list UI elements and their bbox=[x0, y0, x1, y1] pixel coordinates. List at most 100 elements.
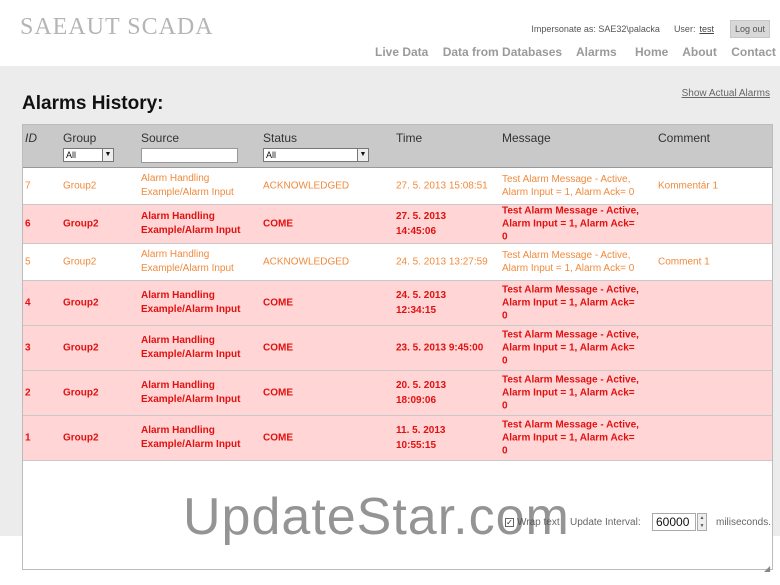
cell-group: Group2 bbox=[63, 433, 99, 444]
cell-id: 5 bbox=[25, 257, 31, 268]
cell-message: Test Alarm Message - Active, Alarm Input … bbox=[502, 374, 657, 413]
status-filter-select[interactable]: All ▼ bbox=[263, 148, 369, 162]
cell-id-line: 6 bbox=[25, 218, 31, 230]
cell-status: COME bbox=[263, 298, 293, 309]
content-area: Alarms History: Show Actual Alarms ID Gr… bbox=[0, 66, 780, 573]
cell-message-line: Test Alarm Message - Active, bbox=[502, 419, 639, 431]
cell-comment: Comment 1 bbox=[658, 257, 710, 268]
cell-message-line: Alarm Input = 1, Alarm Ack= bbox=[502, 218, 635, 230]
update-interval-input[interactable]: 60000 bbox=[652, 513, 696, 531]
cell-source: Alarm Handling Example/Alarm Input bbox=[141, 379, 240, 407]
cell-group-line: Group2 bbox=[63, 432, 99, 444]
table-row[interactable]: 4 Group2 Alarm Handling Example/Alarm Input… bbox=[23, 281, 772, 326]
chevron-down-icon: ▼ bbox=[357, 149, 368, 161]
cell-source-line: Example/Alarm Input bbox=[141, 394, 241, 405]
group-filter-select[interactable]: All ▼ bbox=[63, 148, 114, 162]
nav-alarms[interactable]: Alarms bbox=[576, 45, 617, 59]
table-row[interactable]: 6 Group2 Alarm Handling Example/Alarm Input… bbox=[23, 205, 772, 244]
cell-status: COME bbox=[263, 388, 293, 399]
table-row[interactable]: 7 Group2 Alarm Handling Example/Alarm Input… bbox=[23, 168, 772, 205]
cell-message-line: 0 bbox=[502, 310, 508, 322]
cell-message-line: 0 bbox=[502, 400, 508, 412]
cell-group-line: Group2 bbox=[63, 342, 99, 354]
cell-source-line: Alarm Handling bbox=[141, 290, 215, 301]
cell-status-line: ACKNOWLEDGED bbox=[263, 256, 350, 268]
cell-message-line: 0 bbox=[502, 445, 508, 457]
show-actual-alarms-link[interactable]: Show Actual Alarms bbox=[682, 88, 770, 99]
impersonate-label: Impersonate as: SAE32\palacka bbox=[531, 24, 660, 34]
cell-message-line: Alarm Input = 1, Alarm Ack= bbox=[502, 342, 635, 354]
cell-message-line: Test Alarm Message - Active, bbox=[502, 250, 631, 261]
cell-status-line: COME bbox=[263, 387, 293, 399]
nav-data-from-databases[interactable]: Data from Databases bbox=[443, 45, 562, 59]
header-id: ID bbox=[25, 131, 37, 145]
main-nav: Live Data Data from Databases Alarms bbox=[375, 45, 628, 59]
table-row[interactable]: 2 Group2 Alarm Handling Example/Alarm Input… bbox=[23, 371, 772, 416]
cell-status: ACKNOWLEDGED bbox=[263, 181, 349, 192]
header-time: Time bbox=[396, 131, 423, 145]
cell-source-line: Alarm Handling bbox=[141, 173, 210, 184]
interval-spinner[interactable]: ▲ ▼ bbox=[697, 513, 707, 531]
cell-comment-line: Comment 1 bbox=[658, 256, 710, 268]
table-row[interactable]: 1 Group2 Alarm Handling Example/Alarm Input… bbox=[23, 416, 772, 461]
resize-grip-icon[interactable]: ◢ bbox=[764, 564, 770, 573]
cell-status: ACKNOWLEDGED bbox=[263, 257, 349, 268]
cell-message-line: Test Alarm Message - Active, bbox=[502, 374, 639, 386]
cell-time-line: 14:45:06 bbox=[396, 226, 437, 237]
cell-time: 23. 5. 2013 9:45:00 bbox=[396, 341, 483, 356]
cell-status: COME bbox=[263, 343, 293, 354]
cell-message: Test Alarm Message - Active, Alarm Input … bbox=[502, 205, 657, 244]
cell-message-line: 0 bbox=[502, 231, 508, 243]
cell-message-line: Test Alarm Message - Active, bbox=[502, 329, 639, 341]
cell-message: Test Alarm Message - Active, Alarm Input … bbox=[502, 173, 657, 199]
user-bar: Impersonate as: SAE32\palacka User: test… bbox=[531, 20, 770, 38]
cell-time-line: 24. 5. 2013 13:27:59 bbox=[396, 256, 488, 268]
cell-message: Test Alarm Message - Active, Alarm Input … bbox=[502, 284, 657, 323]
cell-message-line: Test Alarm Message - Active, bbox=[502, 205, 639, 217]
cell-source: Alarm Handling Example/Alarm Input bbox=[141, 289, 240, 317]
nav-live-data[interactable]: Live Data bbox=[375, 45, 428, 59]
cell-message-line: Alarm Input = 1, Alarm Ack= bbox=[502, 432, 635, 444]
cell-id-line: 3 bbox=[25, 342, 31, 354]
cell-status: COME bbox=[263, 219, 293, 230]
cell-id-line: 2 bbox=[25, 387, 31, 399]
table-row[interactable]: 3 Group2 Alarm Handling Example/Alarm Input… bbox=[23, 326, 772, 371]
cell-message: Test Alarm Message - Active, Alarm Input … bbox=[502, 329, 657, 368]
cell-time-line: 18:09:06 bbox=[396, 395, 437, 406]
header-group: Group bbox=[63, 131, 97, 145]
cell-message-line: Alarm Input = 1, Alarm Ack= 0 bbox=[502, 263, 635, 274]
nav-about[interactable]: About bbox=[682, 45, 717, 59]
cell-id-line: 1 bbox=[25, 432, 31, 444]
cell-id: 3 bbox=[25, 343, 31, 354]
cell-source: Alarm Handling Example/Alarm Input bbox=[141, 248, 234, 276]
cell-id-line: 4 bbox=[25, 297, 31, 309]
site-nav: Home About Contact bbox=[635, 45, 776, 59]
logout-button[interactable]: Log out bbox=[729, 20, 770, 38]
update-interval-label: Update Interval: bbox=[570, 517, 641, 528]
cell-id: 1 bbox=[25, 433, 31, 444]
cell-group-line: Group2 bbox=[63, 180, 97, 192]
cell-time: 27. 5. 2013 14:45:06 bbox=[396, 209, 446, 239]
cell-group: Group2 bbox=[63, 343, 99, 354]
cell-message-line: Alarm Input = 1, Alarm Ack= bbox=[502, 297, 635, 309]
source-filter-input[interactable] bbox=[141, 148, 238, 163]
table-row[interactable]: 5 Group2 Alarm Handling Example/Alarm Input… bbox=[23, 244, 772, 281]
cell-message-line: Test Alarm Message - Active, bbox=[502, 284, 639, 296]
cell-status-line: COME bbox=[263, 297, 293, 309]
cell-status-line: ACKNOWLEDGED bbox=[263, 180, 350, 192]
cell-source: Alarm Handling Example/Alarm Input bbox=[141, 424, 240, 452]
cell-time: 24. 5. 2013 13:27:59 bbox=[396, 255, 488, 270]
grid-header: ID Group Source Status Time Message Comm… bbox=[23, 125, 772, 168]
cell-group: Group2 bbox=[63, 257, 96, 268]
user-link[interactable]: test bbox=[699, 24, 714, 34]
cell-source-line: Example/Alarm Input bbox=[141, 225, 241, 236]
cell-time-line: 11. 5. 2013 bbox=[396, 425, 446, 436]
cell-time: 27. 5. 2013 15:08:51 bbox=[396, 179, 488, 194]
header-status: Status bbox=[263, 131, 298, 145]
cell-source-line: Alarm Handling bbox=[141, 249, 210, 260]
nav-contact[interactable]: Contact bbox=[731, 45, 776, 59]
cell-id-line: 7 bbox=[25, 180, 31, 192]
cell-source-line: Example/Alarm Input bbox=[141, 187, 234, 198]
cell-time: 24. 5. 2013 12:34:15 bbox=[396, 288, 446, 318]
nav-home[interactable]: Home bbox=[635, 45, 668, 59]
